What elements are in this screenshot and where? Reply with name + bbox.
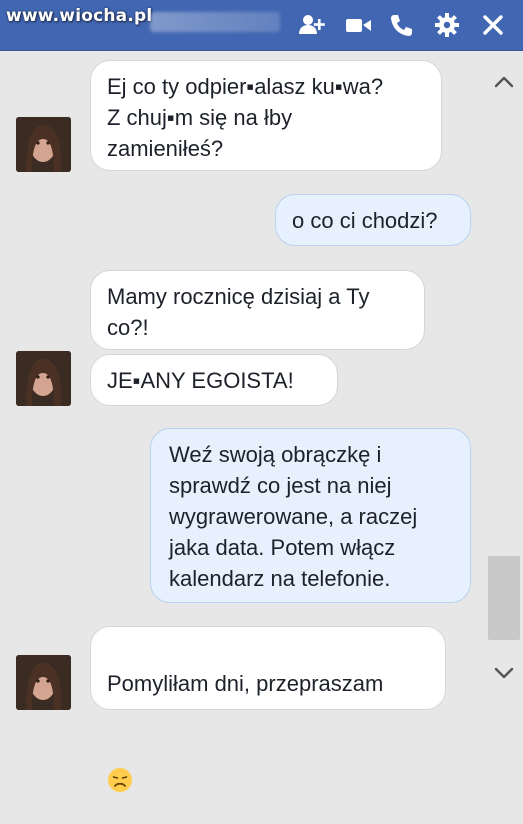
disappointed-face-icon [107, 736, 133, 793]
video-camera-icon[interactable] [343, 10, 373, 40]
received-message: JE▪ANY EGOISTA! [90, 354, 338, 406]
received-message: Pomyliłam dni, przepraszam [90, 626, 446, 793]
phone-icon[interactable] [386, 10, 416, 40]
chevron-up-icon[interactable] [492, 70, 516, 94]
watermark: www.wiocha.pl [6, 6, 153, 26]
message-thread[interactable]: Ej co ty odpier▪alasz ku▪wa? Z chuj▪m si… [0, 51, 523, 793]
sent-message: Weź swoją obrączkę i sprawdź co jest na … [150, 428, 471, 603]
add-people-icon[interactable] [297, 10, 327, 40]
avatar [16, 655, 71, 710]
received-message: Ej co ty odpier▪alasz ku▪wa? Z chuj▪m si… [90, 60, 442, 171]
chevron-down-icon[interactable] [492, 661, 516, 685]
gear-icon[interactable] [432, 10, 462, 40]
close-icon[interactable] [478, 10, 508, 40]
avatar [16, 117, 71, 172]
avatar [16, 351, 71, 406]
chat-header: www.wiocha.pl [0, 0, 523, 51]
received-message: Mamy rocznicę dzisiaj a Ty co?! [90, 270, 425, 350]
scroll-thumb[interactable] [488, 556, 520, 640]
contact-name-blurred [150, 12, 280, 32]
sent-message: o co ci chodzi? [275, 194, 471, 246]
message-text: Pomyliłam dni, przepraszam [107, 671, 384, 696]
